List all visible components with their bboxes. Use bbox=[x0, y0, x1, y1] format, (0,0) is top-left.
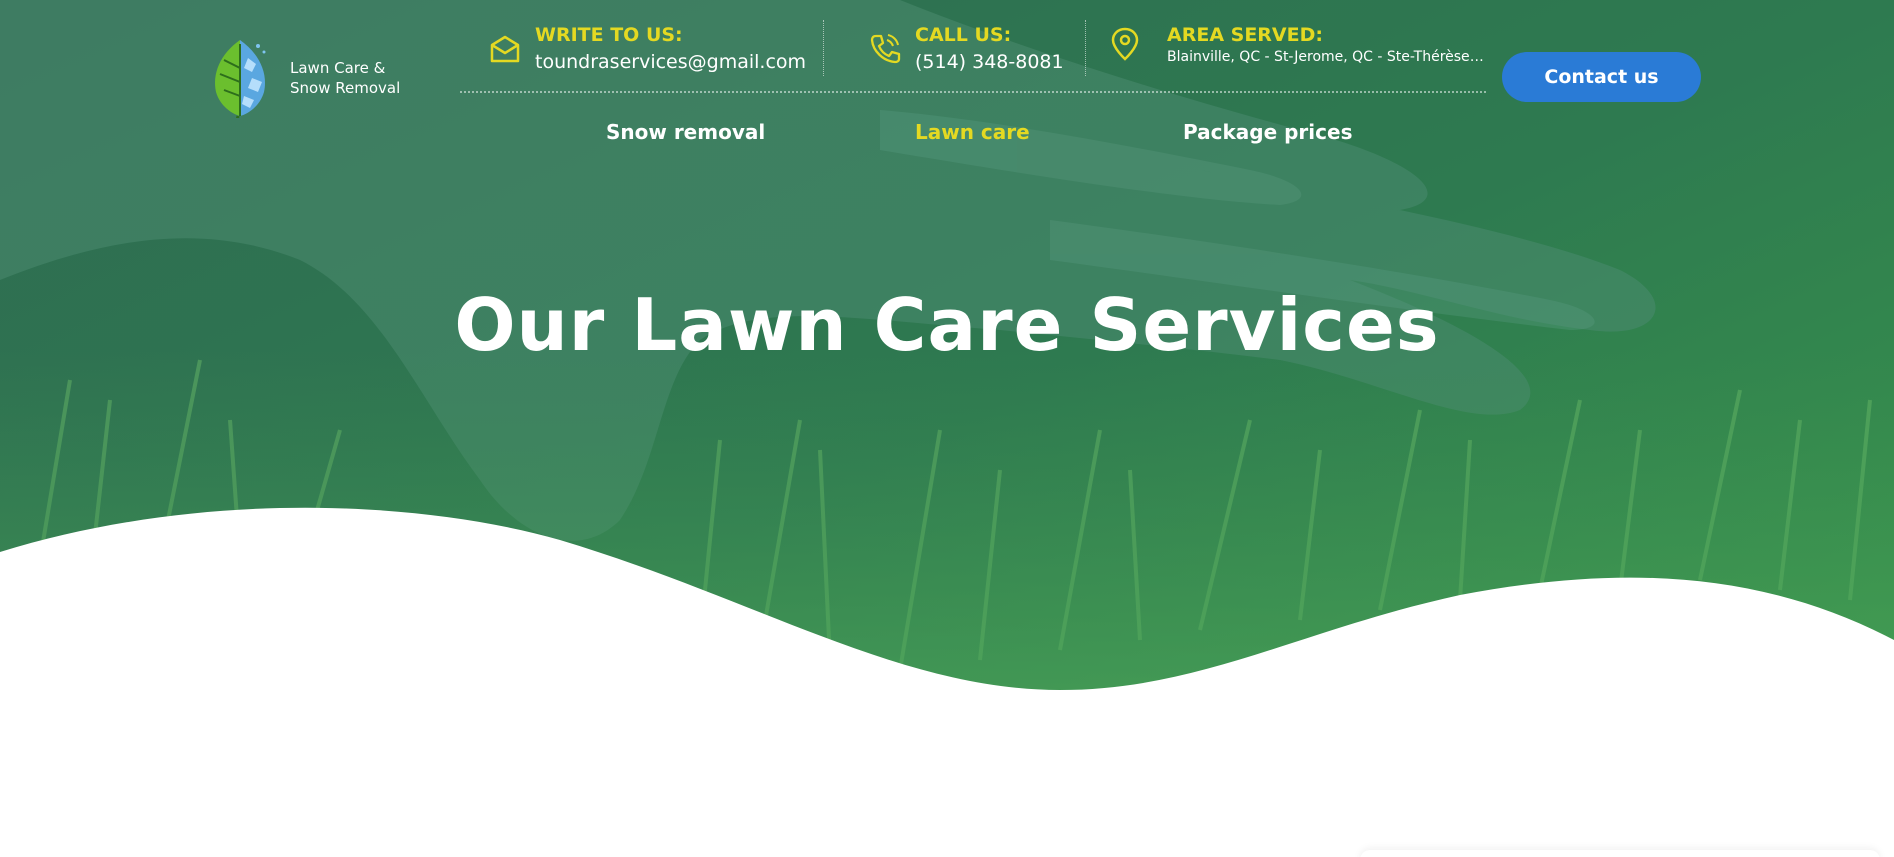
content-card-edge bbox=[1360, 850, 1880, 857]
hero-title: Our Lawn Care Services bbox=[454, 283, 1440, 367]
logo-text-line2: Snow Removal bbox=[290, 79, 401, 97]
logo-text: Lawn Care & Snow Removal bbox=[290, 58, 430, 98]
phone-label: CALL US: bbox=[915, 24, 1012, 46]
contact-us-button[interactable]: Contact us bbox=[1502, 52, 1701, 102]
contact-divider bbox=[823, 20, 824, 76]
envelope-icon bbox=[490, 35, 520, 63]
phone-icon bbox=[870, 34, 901, 64]
header-divider bbox=[460, 91, 1486, 93]
phone-link[interactable]: (514) 348-8081 bbox=[915, 50, 1064, 74]
location-pin-icon bbox=[1111, 27, 1139, 61]
email-label: WRITE TO US: bbox=[535, 24, 683, 46]
nav-snow-removal[interactable]: Snow removal bbox=[606, 118, 765, 146]
nav-lawn-care[interactable]: Lawn care bbox=[915, 118, 1030, 146]
logo-text-line1: Lawn Care & bbox=[290, 59, 386, 77]
email-link[interactable]: toundraservices@gmail.com bbox=[535, 50, 806, 74]
nav-package-prices[interactable]: Package prices bbox=[1183, 118, 1352, 146]
contact-divider bbox=[1085, 20, 1086, 76]
hero-section: Lawn Care & Snow Removal WRITE TO US: to… bbox=[0, 0, 1894, 857]
leaf-snowflake-logo-icon[interactable] bbox=[208, 38, 272, 118]
area-label: AREA SERVED: bbox=[1167, 24, 1323, 46]
area-value: Blainville, QC - St-Jerome, QC - Ste-Thé… bbox=[1167, 49, 1487, 65]
